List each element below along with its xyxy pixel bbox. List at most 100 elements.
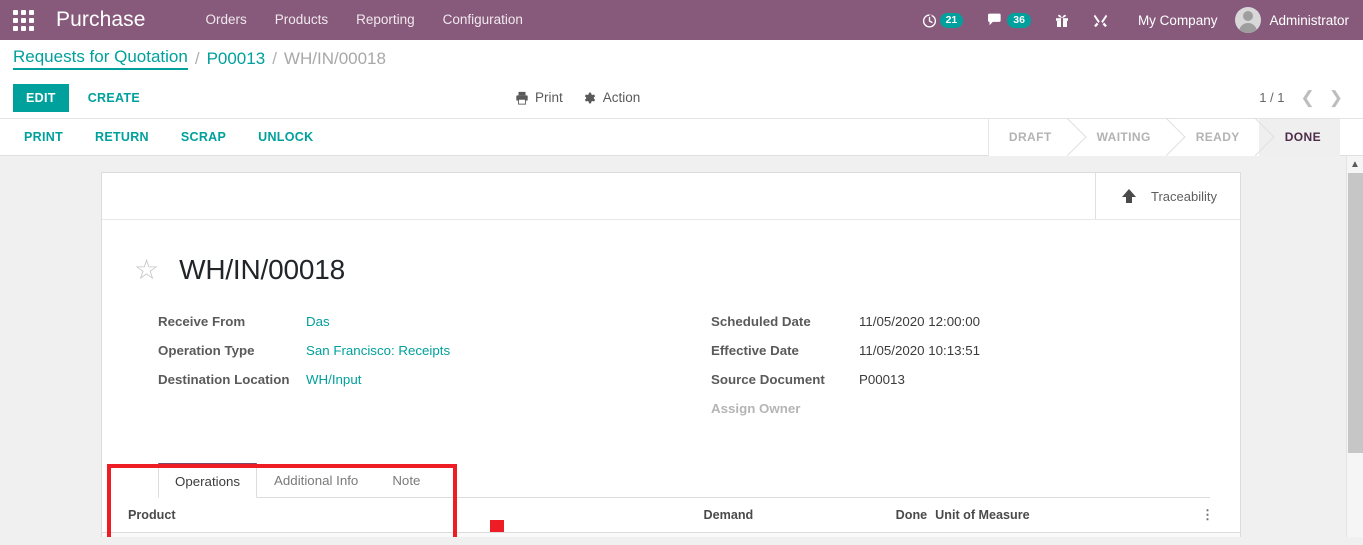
traceability-stat-button[interactable]: Traceability xyxy=(1095,173,1240,219)
field-value-scheduled-date[interactable]: 11/05/2020 12:00:00 xyxy=(859,314,980,329)
star-outline-icon[interactable]: ☆ xyxy=(134,256,159,284)
print-dropdown[interactable]: Print xyxy=(515,90,563,105)
pager-arrows: ❮ ❯ xyxy=(1301,89,1344,106)
scrap-button[interactable]: SCRAP xyxy=(171,124,236,150)
field-label-assign-owner: Assign Owner xyxy=(711,401,801,416)
unlock-button[interactable]: UNLOCK xyxy=(248,124,323,150)
form-sheet: Traceability ☆ WH/IN/00018 Receive From … xyxy=(101,172,1241,537)
menu-configuration[interactable]: Configuration xyxy=(429,0,537,40)
tab-operations[interactable]: Operations xyxy=(158,463,258,498)
messaging-count-badge: 36 xyxy=(1007,12,1031,28)
column-options-toggle[interactable]: ⋮ xyxy=(1179,498,1240,533)
field-label-scheduled-date: Scheduled Date xyxy=(711,314,811,329)
print-button[interactable]: PRINT xyxy=(14,124,73,150)
breadcrumb-separator-1: / xyxy=(194,48,200,68)
notebook: Operations Additional Info Note xyxy=(132,462,1210,498)
sheet-body: ☆ WH/IN/00018 Receive From Das Operation… xyxy=(102,220,1240,498)
field-destination-location: Destination Location WH/Input xyxy=(158,372,671,387)
field-value-destination-location[interactable]: WH/Input xyxy=(306,372,361,387)
user-menu[interactable]: Administrator xyxy=(1231,7,1349,33)
table-header-row: Product Demand Done Unit of Measure ⋮ xyxy=(102,498,1240,533)
notebook-tabs: Operations Additional Info Note xyxy=(158,462,1210,498)
left-field-group: Receive From Das Operation Type San Fran… xyxy=(132,314,671,430)
breadcrumb-parent[interactable]: P00013 xyxy=(207,49,266,69)
app-brand-title[interactable]: Purchase xyxy=(56,8,146,32)
column-header-demand: Demand xyxy=(610,498,814,533)
statusbar-row: PRINT RETURN SCRAP UNLOCK DRAFT WAITING … xyxy=(0,118,1363,156)
cell-done: 5.00 xyxy=(813,532,936,537)
field-assign-owner: Assign Owner xyxy=(711,401,1210,416)
breadcrumb-separator-2: / xyxy=(272,48,277,68)
field-label-destination-location: Destination Location xyxy=(158,372,290,387)
company-switcher[interactable]: My Company xyxy=(1124,13,1232,28)
column-header-unit-of-measure: Unit of Measure xyxy=(935,498,1179,533)
field-value-receive-from[interactable]: Das xyxy=(306,314,330,329)
breadcrumb-root[interactable]: Requests for Quotation xyxy=(13,47,188,70)
field-value-operation-type[interactable]: San Francisco: Receipts xyxy=(306,343,450,358)
table-head: Product Demand Done Unit of Measure ⋮ xyxy=(102,498,1240,533)
printer-icon xyxy=(516,91,528,105)
annotation-marker xyxy=(490,520,504,532)
cell-detail-action[interactable]: ☰ xyxy=(1179,532,1240,537)
control-panel-actions: Print Action xyxy=(515,90,640,105)
pager: 1 / 1 ❮ ❯ xyxy=(1259,89,1363,106)
gift-menu[interactable] xyxy=(1047,0,1077,40)
tab-additional-info[interactable]: Additional Info xyxy=(257,463,375,498)
page-title: WH/IN/00018 xyxy=(179,254,345,285)
status-pipeline: DRAFT WAITING READY DONE xyxy=(987,118,1340,156)
user-name-label: Administrator xyxy=(1269,12,1349,28)
tab-note[interactable]: Note xyxy=(375,463,437,498)
scrollbar-thumb[interactable] xyxy=(1348,173,1363,453)
create-button[interactable]: CREATE xyxy=(77,84,151,112)
cell-demand: 5.00 xyxy=(610,532,814,537)
print-label: Print xyxy=(535,90,563,105)
edit-button[interactable]: EDIT xyxy=(13,83,69,112)
messaging-menu[interactable]: 36 xyxy=(979,0,1039,40)
scroll-up-arrow-icon[interactable]: ▲ xyxy=(1347,156,1363,173)
menu-reporting[interactable]: Reporting xyxy=(342,0,429,40)
traceability-label: Traceability xyxy=(1151,188,1217,204)
pager-count: 1 / 1 xyxy=(1259,90,1285,105)
field-label-operation-type: Operation Type xyxy=(158,343,255,358)
column-header-done: Done xyxy=(813,498,936,533)
developer-tools-menu[interactable] xyxy=(1085,0,1116,40)
field-value-effective-date[interactable]: 11/05/2020 10:13:51 xyxy=(859,343,980,358)
operations-table: Product Demand Done Unit of Measure ⋮ [F… xyxy=(102,498,1240,537)
table-body: [FURN_0001] Desk Organizer 5.00 5.00 Uni… xyxy=(102,532,1240,537)
field-effective-date: Effective Date 11/05/2020 10:13:51 xyxy=(711,343,1210,358)
pager-previous-icon[interactable]: ❮ xyxy=(1301,89,1315,106)
fields-container: Receive From Das Operation Type San Fran… xyxy=(132,314,1210,430)
vertical-dots-icon: ⋮ xyxy=(1201,507,1214,522)
field-operation-type: Operation Type San Francisco: Receipts xyxy=(158,343,671,358)
record-title-row: ☆ WH/IN/00018 xyxy=(134,254,1210,286)
field-source-document: Source Document P00013 xyxy=(711,372,1210,387)
chat-bubble-icon xyxy=(988,13,1001,25)
field-receive-from: Receive From Das xyxy=(158,314,671,329)
wrench-tools-icon xyxy=(1093,14,1107,27)
field-value-source-document[interactable]: P00013 xyxy=(859,372,905,387)
menu-products[interactable]: Products xyxy=(261,0,342,40)
clock-activity-icon xyxy=(922,13,936,28)
pager-next-icon[interactable]: ❯ xyxy=(1329,89,1343,106)
return-button[interactable]: RETURN xyxy=(85,124,159,150)
menu-orders[interactable]: Orders xyxy=(192,0,261,40)
vertical-scrollbar[interactable]: ▲ xyxy=(1346,156,1363,537)
status-stage-draft[interactable]: DRAFT xyxy=(988,118,1071,156)
activity-menu[interactable]: 21 xyxy=(914,0,972,40)
navbar-right-tools: 21 36 My Company Administrator xyxy=(914,0,1363,40)
cell-unit-of-measure: Units xyxy=(935,532,1179,537)
action-dropdown[interactable]: Action xyxy=(583,90,641,105)
breadcrumb: Requests for Quotation / P00013 / WH/IN/… xyxy=(0,40,1363,77)
up-arrow-icon xyxy=(1122,189,1136,203)
apps-grid-icon[interactable] xyxy=(0,9,46,31)
cell-product: [FURN_0001] Desk Organizer xyxy=(102,532,611,537)
field-label-source-document: Source Document xyxy=(711,372,825,387)
breadcrumb-current: WH/IN/00018 xyxy=(283,48,386,68)
control-panel: EDIT CREATE Print Action 1 / 1 ❮ ❯ xyxy=(0,77,1363,119)
gift-icon xyxy=(1055,14,1068,27)
field-scheduled-date: Scheduled Date 11/05/2020 12:00:00 xyxy=(711,314,1210,329)
top-navbar: Purchase Orders Products Reporting Confi… xyxy=(0,0,1363,40)
activity-count-badge: 21 xyxy=(939,12,964,28)
action-label: Action xyxy=(602,90,641,105)
table-row[interactable]: [FURN_0001] Desk Organizer 5.00 5.00 Uni… xyxy=(102,532,1240,537)
